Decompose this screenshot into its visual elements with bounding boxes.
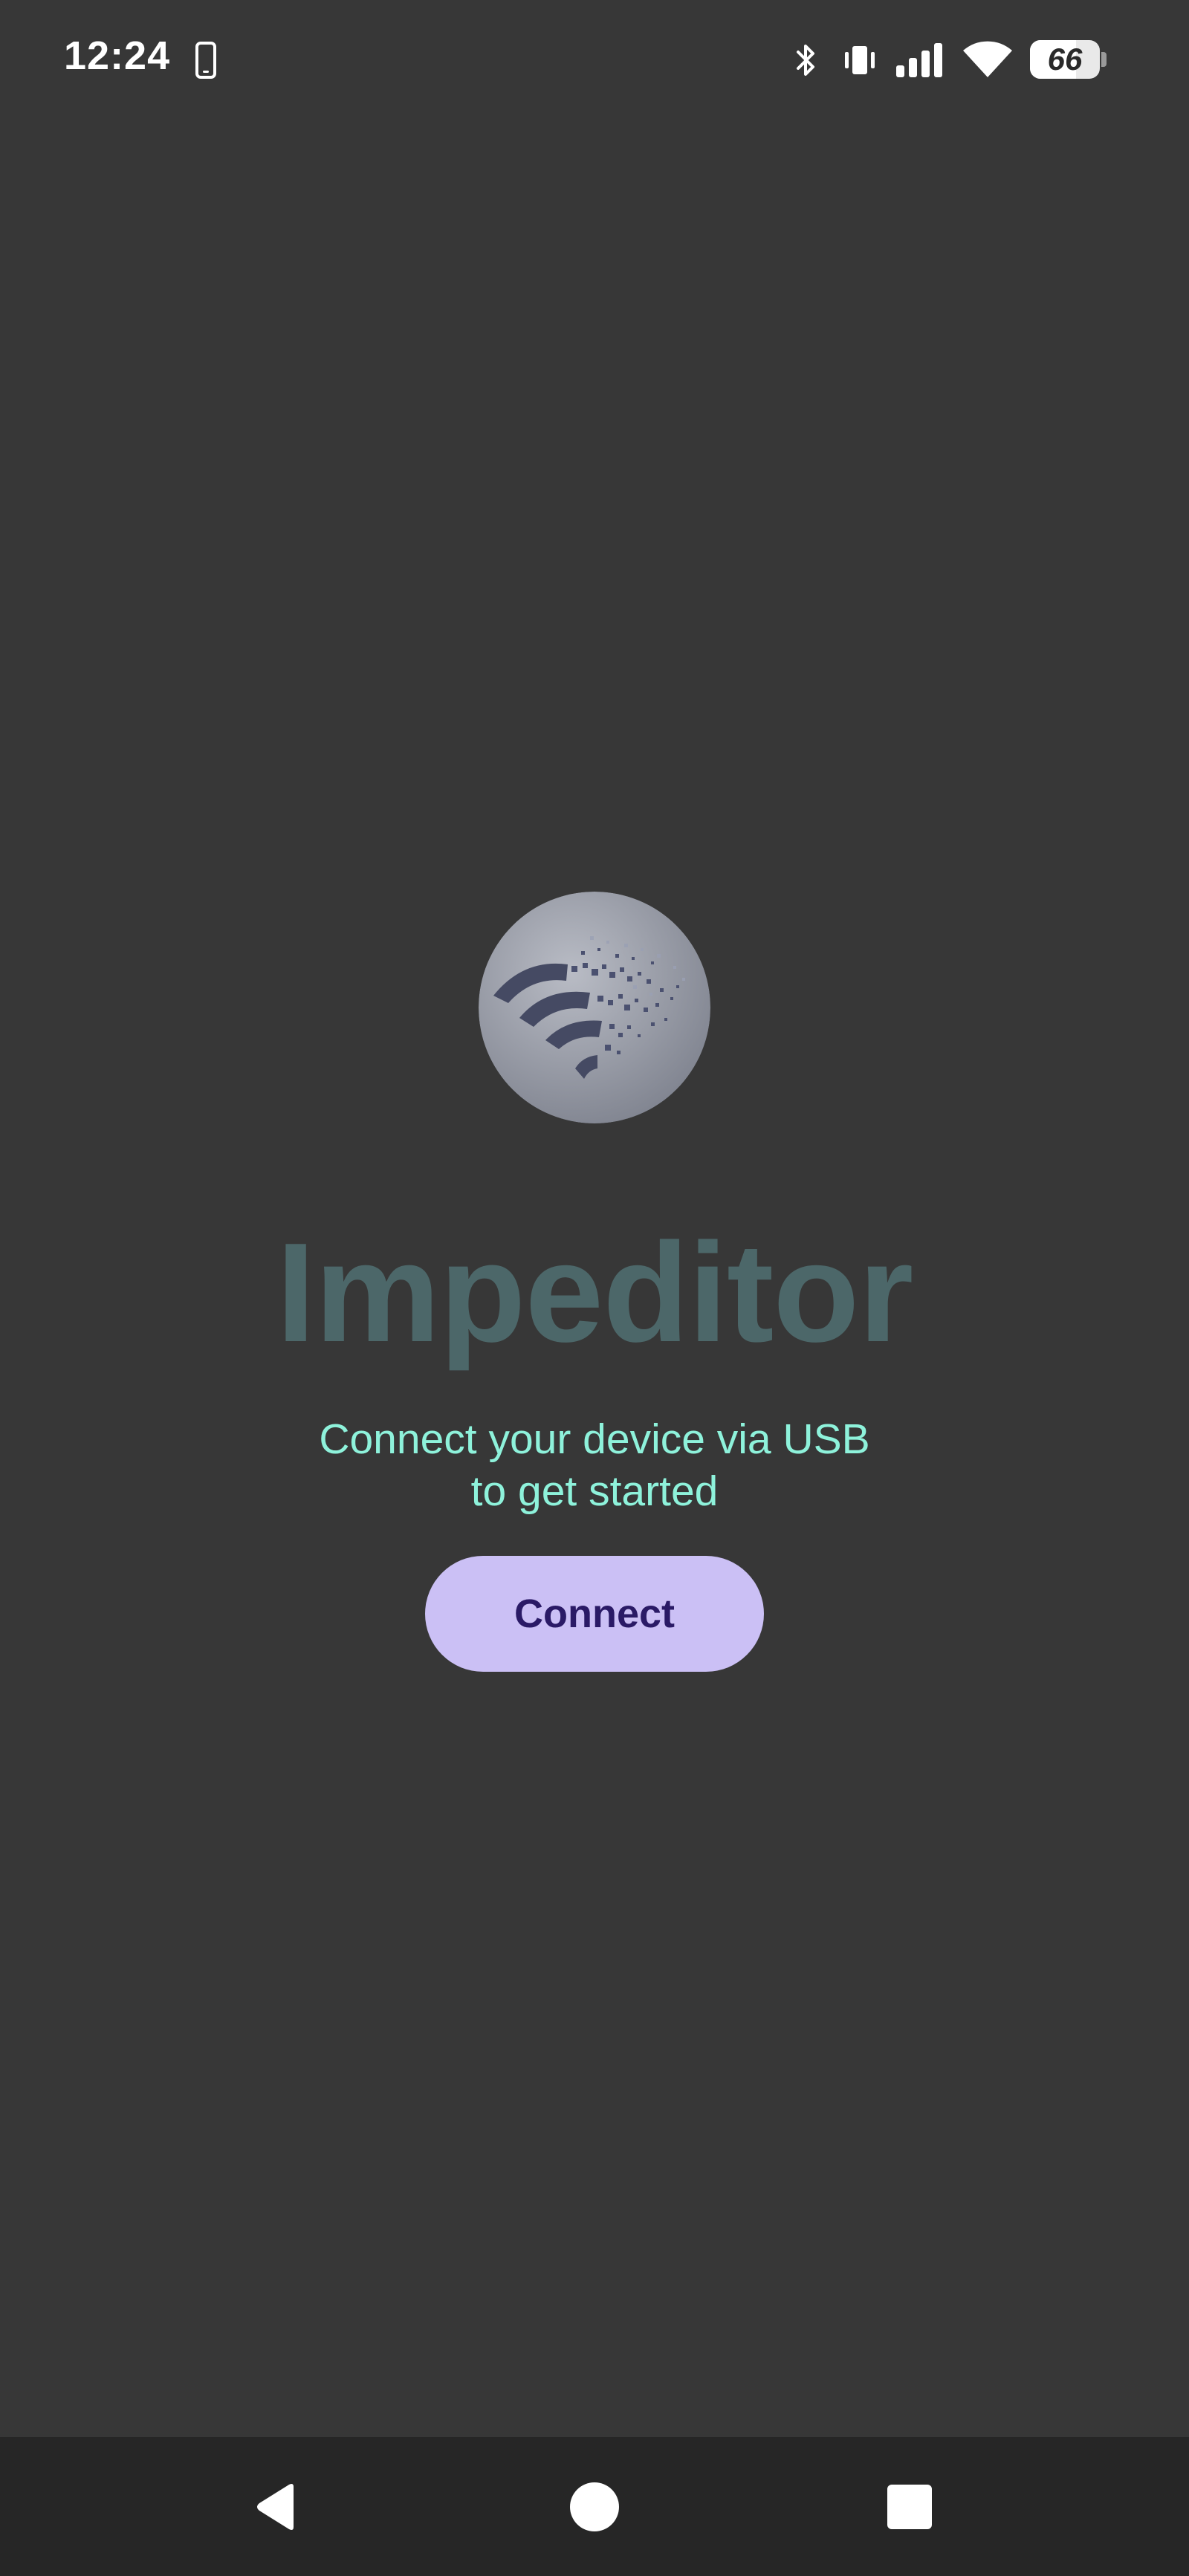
connect-button[interactable]: Connect — [425, 1556, 764, 1672]
connect-instructions-line-1: Connect your device via USB — [319, 1415, 870, 1463]
wifi-icon — [963, 41, 1012, 77]
home-button[interactable] — [520, 2437, 669, 2576]
phone-icon — [195, 42, 216, 79]
connect-instructions-line-2: to get started — [470, 1467, 719, 1515]
connect-instructions: Connect your device via USB to get start… — [297, 1413, 892, 1517]
app-logo — [479, 892, 710, 1123]
navigation-bar — [0, 2437, 1189, 2576]
recents-icon — [887, 2484, 932, 2529]
status-time: 12:24 — [64, 33, 171, 78]
battery-level: 66 — [1047, 42, 1083, 77]
battery-icon: 66 — [1030, 40, 1107, 79]
wifi-disintegrating-logo-icon — [479, 892, 710, 1123]
app-title: Impeditor — [276, 1214, 914, 1372]
recents-button[interactable] — [835, 2437, 984, 2576]
app-screen: 12:24 66 Impeditor Connect your device v… — [0, 0, 1189, 2576]
status-bar: 12:24 66 — [0, 0, 1189, 119]
vibrate-icon — [845, 46, 875, 74]
back-icon — [257, 2483, 294, 2530]
bluetooth-icon — [797, 45, 814, 76]
home-icon — [570, 2482, 619, 2531]
back-button[interactable] — [202, 2437, 351, 2576]
cellular-signal-icon — [896, 43, 942, 77]
